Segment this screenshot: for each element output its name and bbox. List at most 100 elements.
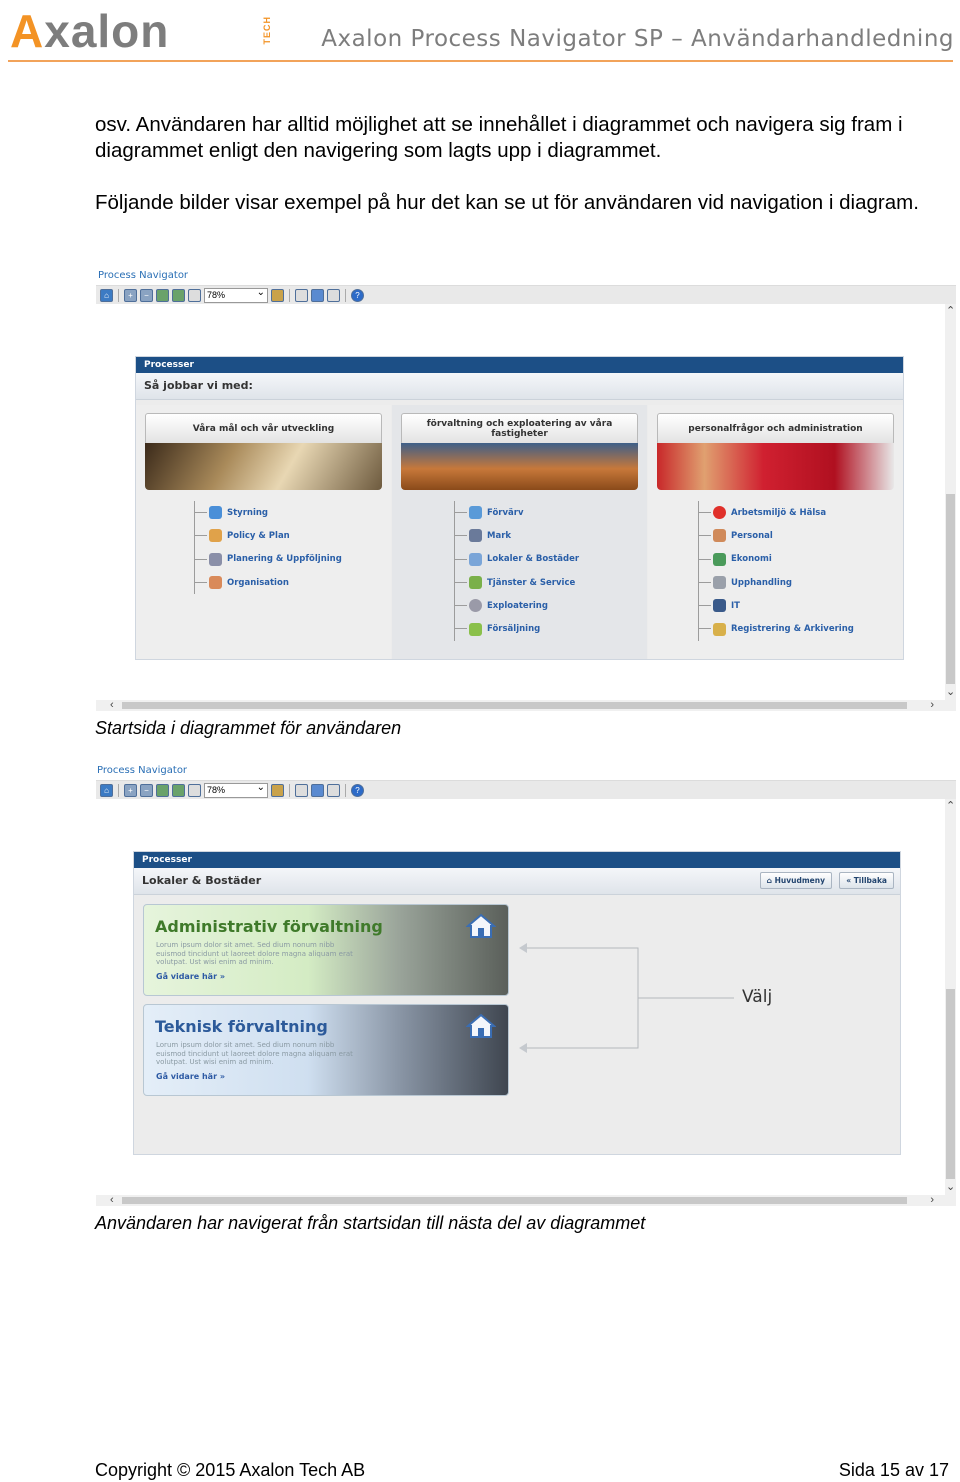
- scroll-thumb[interactable]: [946, 989, 955, 1179]
- column-tree: Arbetsmiljö & Hälsa Personal Ekonomi Upp…: [698, 501, 854, 641]
- paragraph-1: osv. Användaren har alltid möjlighet att…: [95, 113, 903, 162]
- zoom-in-icon[interactable]: +: [124, 288, 137, 302]
- tree-item[interactable]: Upphandling: [699, 571, 854, 594]
- fit-width-icon[interactable]: [172, 783, 185, 797]
- arrow-left-icon: [519, 1043, 527, 1053]
- scroll-down-icon[interactable]: ⌄: [946, 1182, 955, 1193]
- choose-label: Välj: [742, 987, 773, 1007]
- layers-icon[interactable]: [311, 783, 324, 797]
- actual-size-icon[interactable]: [188, 288, 201, 302]
- main-menu-button[interactable]: ⌂ Huvudmeny: [759, 872, 832, 889]
- house-icon: [466, 1013, 496, 1038]
- panel-subtitle-bar: Lokaler & Bostäder ⌂ Huvudmeny « Tillbak…: [134, 868, 900, 895]
- panel-title: Processer: [134, 852, 900, 868]
- vertical-scrollbar[interactable]: ⌃ ⌄: [945, 304, 956, 700]
- scroll-right-icon[interactable]: ›: [930, 1195, 934, 1206]
- panel-subtitle: Så jobbar vi med:: [136, 373, 903, 400]
- zoom-out-icon[interactable]: −: [140, 288, 153, 302]
- column-goals: Våra mål och vår utveckling Styrning Pol…: [136, 405, 391, 659]
- screenshot-start-page: Process Navigator ⌂ + − 78% ? ⌃ ⌄ Proces…: [96, 270, 956, 711]
- layers-icon[interactable]: [311, 288, 324, 302]
- card-title: Administrativ förvaltning: [155, 917, 383, 936]
- registry-icon: [713, 622, 726, 636]
- column-image-pen: [145, 443, 382, 490]
- find-icon[interactable]: [271, 783, 284, 797]
- arrow-left-icon: [519, 943, 527, 953]
- fit-page-icon[interactable]: [156, 783, 169, 797]
- tree-item[interactable]: Förvärv: [455, 501, 579, 524]
- scroll-left-icon[interactable]: ‹: [110, 1195, 114, 1206]
- actual-size-icon[interactable]: [188, 783, 201, 797]
- tree-item[interactable]: Lokaler & Bostäder: [455, 548, 579, 571]
- tree-item-label: IT: [731, 600, 740, 611]
- help-icon[interactable]: ?: [351, 288, 364, 302]
- caption-subpage: Användaren har navigerat från startsidan…: [95, 1213, 646, 1233]
- scroll-thumb[interactable]: [946, 494, 955, 684]
- panel-title: Processer: [136, 357, 903, 373]
- tree-item-label: Ekonomi: [731, 554, 772, 565]
- find-icon[interactable]: [271, 288, 284, 302]
- toolbar-separator: [345, 288, 346, 302]
- procurement-icon: [713, 576, 726, 590]
- print-icon[interactable]: [295, 783, 308, 797]
- back-button[interactable]: « Tillbaka: [839, 872, 894, 889]
- card-technical[interactable]: Teknisk förvaltning Lorum ipsum dolor si…: [143, 1004, 509, 1096]
- panel-icon[interactable]: [327, 288, 340, 302]
- column-heading-button[interactable]: förvaltning och exploatering av våra fas…: [401, 413, 638, 445]
- tree-item-label: Arbetsmiljö & Hälsa: [731, 507, 827, 518]
- tree-item[interactable]: Planering & Uppföljning: [195, 548, 342, 571]
- premises-icon: [469, 552, 482, 566]
- tree-item[interactable]: IT: [699, 594, 854, 617]
- column-heading-button[interactable]: personalfrågor och administration: [657, 413, 894, 445]
- scroll-down-icon[interactable]: ⌄: [946, 687, 955, 698]
- tree-item[interactable]: Arbetsmiljö & Hälsa: [699, 501, 854, 524]
- home-icon[interactable]: ⌂: [100, 288, 113, 302]
- scroll-up-icon[interactable]: ⌃: [946, 306, 955, 317]
- tree-item[interactable]: Ekonomi: [699, 548, 854, 571]
- tree-item[interactable]: Försäljning: [455, 617, 579, 640]
- scroll-thumb[interactable]: [122, 1197, 907, 1204]
- tree-item[interactable]: Exploatering: [455, 594, 579, 617]
- tree-item[interactable]: Tjänster & Service: [455, 571, 579, 594]
- home-icon[interactable]: ⌂: [100, 783, 113, 797]
- fit-page-icon[interactable]: [156, 288, 169, 302]
- scroll-up-icon[interactable]: ⌃: [946, 801, 955, 812]
- tree-item-label: Mark: [487, 530, 512, 541]
- tree-item[interactable]: Personal: [699, 524, 854, 547]
- card-administrative[interactable]: Administrativ förvaltning Lorum ipsum do…: [143, 904, 509, 996]
- tree-item[interactable]: Policy & Plan: [195, 524, 342, 547]
- column-heading-button[interactable]: Våra mål och vår utveckling: [145, 413, 382, 445]
- tree-item-label: Policy & Plan: [227, 530, 290, 541]
- zoom-select[interactable]: 78%: [204, 781, 268, 798]
- process-navigator-label: Process Navigator: [98, 270, 189, 281]
- zoom-select[interactable]: 78%: [204, 286, 268, 303]
- zoom-in-icon[interactable]: +: [124, 783, 137, 797]
- card-body: Lorum ipsum dolor sit amet. Sed dium non…: [156, 941, 353, 966]
- scroll-right-icon[interactable]: ›: [930, 700, 934, 711]
- toolbar-separator: [289, 288, 290, 302]
- tree-item-label: Organisation: [227, 577, 289, 588]
- tree-item[interactable]: Styrning: [195, 501, 342, 524]
- column-image-person: [657, 443, 894, 490]
- zoom-out-icon[interactable]: −: [140, 783, 153, 797]
- scroll-thumb[interactable]: [122, 702, 907, 709]
- screenshot-subpage: Process Navigator ⌂ + − 78% ? ⌃ ⌄ Proces…: [96, 765, 956, 1206]
- horizontal-scrollbar[interactable]: ‹ ›: [96, 700, 956, 711]
- vertical-scrollbar[interactable]: ⌃ ⌄: [945, 799, 956, 1195]
- horizontal-scrollbar[interactable]: ‹ ›: [96, 1195, 956, 1206]
- card-more-link[interactable]: Gå vidare här »: [156, 1072, 225, 1081]
- panel-icon[interactable]: [327, 783, 340, 797]
- document-title: Axalon Process Navigator SP – Användarha…: [321, 26, 954, 52]
- processes-panel: Processer Lokaler & Bostäder ⌂ Huvudmeny…: [133, 851, 901, 1155]
- tree-item-label: Förvärv: [487, 507, 524, 518]
- fit-width-icon[interactable]: [172, 288, 185, 302]
- tree-item-label: Personal: [731, 530, 773, 541]
- tree-item[interactable]: Organisation: [195, 571, 342, 594]
- tree-item[interactable]: Registrering & Arkivering: [699, 617, 854, 640]
- help-icon[interactable]: ?: [351, 783, 364, 797]
- print-icon[interactable]: [295, 288, 308, 302]
- tree-item[interactable]: Mark: [455, 524, 579, 547]
- card-more-link[interactable]: Gå vidare här »: [156, 972, 225, 981]
- scroll-left-icon[interactable]: ‹: [110, 700, 114, 711]
- toolbar-separator: [118, 783, 119, 797]
